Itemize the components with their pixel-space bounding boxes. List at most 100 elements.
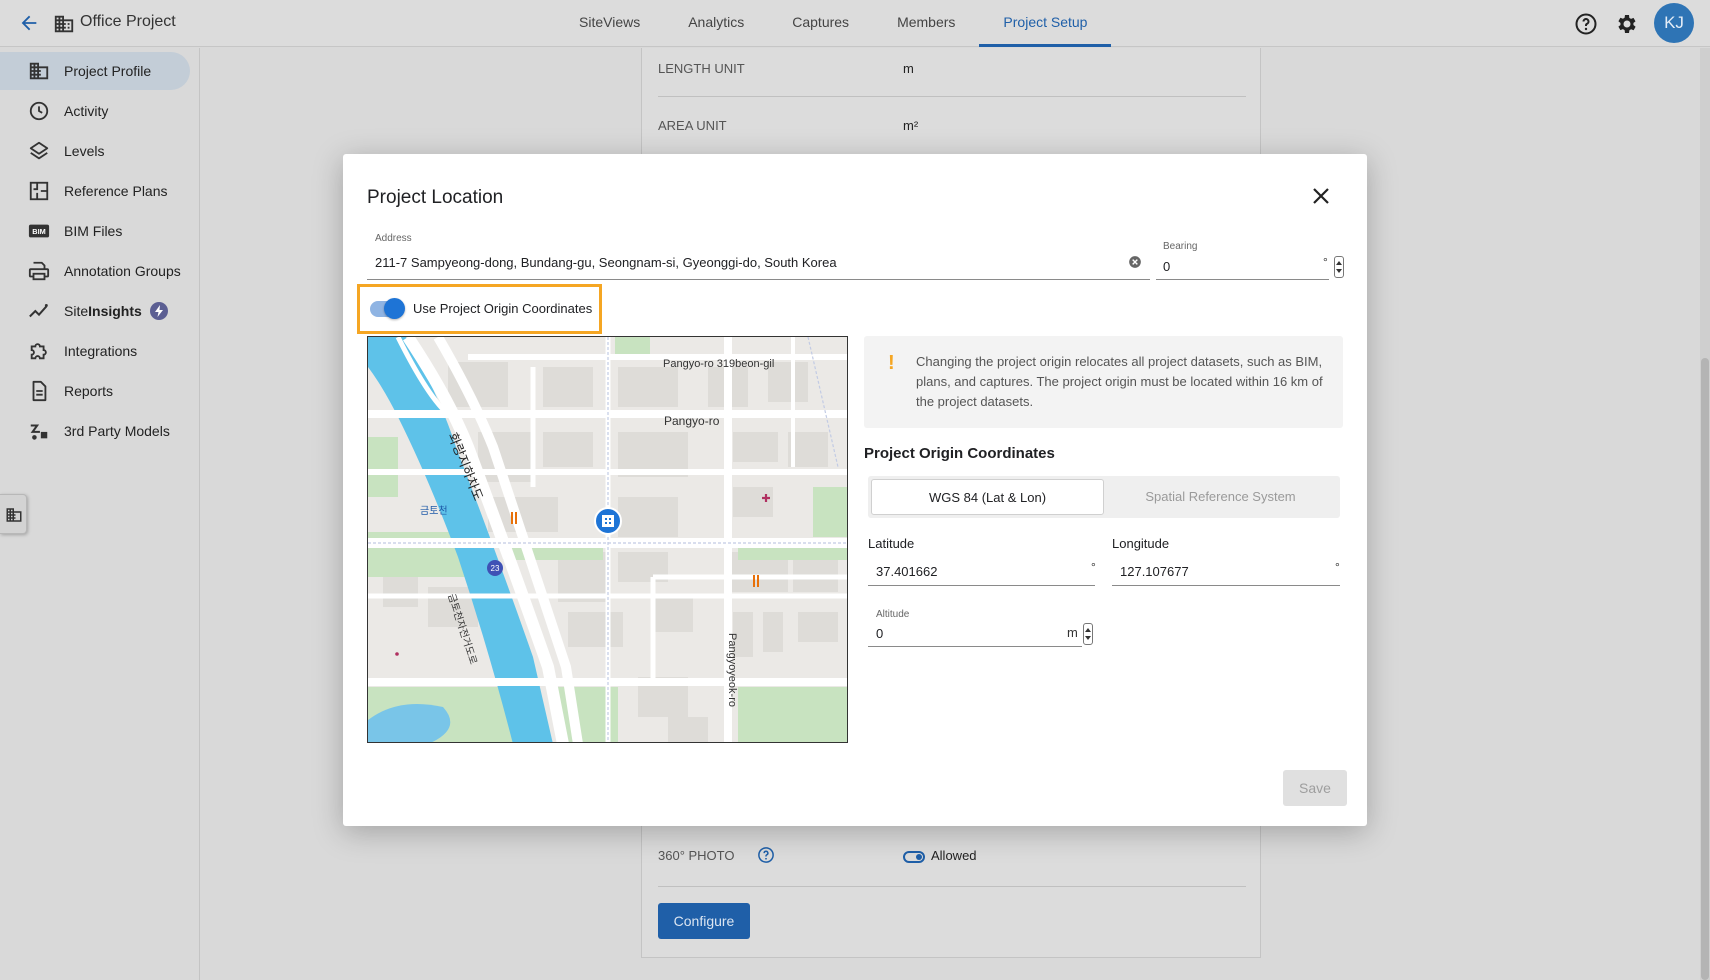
sidebar-item-label: Reference Plans xyxy=(64,183,168,199)
svg-text:BIM: BIM xyxy=(32,227,45,236)
latitude-unit: ° xyxy=(1091,560,1096,574)
use-origin-toggle[interactable] xyxy=(370,298,405,319)
building-icon xyxy=(54,15,74,33)
sidebar-item-label: Integrations xyxy=(64,343,138,359)
sidebar-item-label: Project Profile xyxy=(64,63,152,79)
map-label-pangyo-ro: Pangyo-ro xyxy=(664,414,720,428)
sidebar-item-label: Reports xyxy=(64,383,114,399)
layers-icon xyxy=(29,141,49,160)
printer-icon xyxy=(28,261,50,281)
top-bar: Office Project SiteViews Analytics Captu… xyxy=(0,0,1710,47)
project-name: Office Project xyxy=(80,13,176,30)
address-input[interactable]: 211-7 Sampyeong-dong, Bundang-gu, Seongn… xyxy=(375,255,837,270)
photo-label: 360° PHOTO xyxy=(658,848,735,863)
close-icon[interactable] xyxy=(1309,184,1333,208)
origin-section-title: Project Origin Coordinates xyxy=(864,445,1055,462)
sidebar-item-reports[interactable]: Reports xyxy=(0,372,190,410)
coordinate-system-selector: WGS 84 (Lat & Lon) Spatial Reference Sys… xyxy=(868,476,1340,518)
building-icon xyxy=(29,62,49,80)
location-map[interactable]: 23 Pangyo-ro 319beon-gil Pangyo-ro Pangy… xyxy=(367,336,848,743)
longitude-label: Longitude xyxy=(1112,536,1170,551)
bearing-stepper[interactable] xyxy=(1334,256,1344,278)
latitude-input[interactable]: 37.401662 xyxy=(876,564,937,579)
sidebar-item-siteinsights[interactable]: SiteInsights xyxy=(0,292,190,330)
origin-toggle-highlight: Use Project Origin Coordinates xyxy=(357,284,602,334)
altitude-input[interactable]: 0 xyxy=(876,626,883,641)
photo-value-label: Allowed xyxy=(931,848,977,863)
bearing-input[interactable]: 0 xyxy=(1163,259,1170,274)
map-canvas: 23 Pangyo-ro 319beon-gil Pangyo-ro Pangy… xyxy=(368,337,847,742)
trend-icon xyxy=(29,304,48,318)
puzzle-icon xyxy=(30,343,47,360)
toggle-knob xyxy=(384,298,405,319)
address-label: Address xyxy=(375,233,412,244)
latitude-underline xyxy=(868,585,1095,586)
map-label-pangyoyeok-ro: Pangyoyeok-ro xyxy=(726,633,738,707)
photo-row: 360° PHOTO Allowed xyxy=(658,846,1246,864)
longitude-input[interactable]: 127.107677 xyxy=(1120,564,1189,579)
sidebar-item-label: Activity xyxy=(64,103,109,119)
longitude-underline xyxy=(1112,585,1340,586)
photo-toggle[interactable] xyxy=(903,850,925,863)
avatar[interactable]: KJ xyxy=(1654,3,1694,43)
tab-members[interactable]: Members xyxy=(873,0,979,47)
altitude-stepper[interactable] xyxy=(1083,623,1093,645)
sidebar-item-annotation-groups[interactable]: Annotation Groups xyxy=(0,252,190,290)
models-icon xyxy=(30,424,48,440)
clear-icon[interactable] xyxy=(1128,255,1142,269)
sidebar-item-project-profile[interactable]: Project Profile xyxy=(0,52,190,90)
help-icon[interactable] xyxy=(757,846,775,864)
segment-srs[interactable]: Spatial Reference System xyxy=(1104,479,1337,515)
help-icon[interactable] xyxy=(1574,12,1598,36)
tab-siteviews[interactable]: SiteViews xyxy=(555,0,664,47)
divider xyxy=(658,96,1246,97)
length-unit-value: m xyxy=(903,61,914,76)
photo-value: Allowed xyxy=(903,848,977,863)
sidebar-item-3rd-party-models[interactable]: 3rd Party Models xyxy=(0,412,190,450)
area-unit-row: AREA UNIT m² xyxy=(658,118,1246,133)
clock-icon xyxy=(29,101,49,121)
bearing-label: Bearing xyxy=(1163,241,1198,252)
bearing-unit: ° xyxy=(1323,255,1328,269)
notice-text: Changing the project origin relocates al… xyxy=(916,354,1323,409)
bim-icon: BIM xyxy=(28,224,50,238)
sidebar-item-label: Levels xyxy=(64,143,105,159)
address-underline xyxy=(367,279,1150,280)
map-label-stream: 금토천 xyxy=(420,505,448,517)
altitude-unit: m xyxy=(1067,625,1078,640)
length-unit-row: LENGTH UNIT m xyxy=(658,61,1246,76)
origin-warning-notice: ! Changing the project origin relocates … xyxy=(864,336,1343,428)
tab-captures[interactable]: Captures xyxy=(768,0,873,47)
sidebar-item-label: Annotation Groups xyxy=(64,263,181,279)
sidebar-item-label: 3rd Party Models xyxy=(64,423,170,439)
sidebar-item-bim-files[interactable]: BIM BIM Files xyxy=(0,212,190,250)
dialog-title: Project Location xyxy=(367,187,504,208)
segment-wgs84[interactable]: WGS 84 (Lat & Lon) xyxy=(871,479,1104,515)
sidebar-collapse-button[interactable] xyxy=(0,494,27,534)
page-scrollbar[interactable] xyxy=(1700,48,1710,980)
area-unit-value: m² xyxy=(903,118,919,133)
route-23-label: 23 xyxy=(491,564,500,573)
main-tabs: SiteViews Analytics Captures Members Pro… xyxy=(555,0,1112,47)
gear-icon[interactable] xyxy=(1614,12,1638,36)
sidebar-item-label: BIM Files xyxy=(64,223,123,239)
project-location-dialog: Project Location Address 211-7 Sampyeong… xyxy=(343,154,1367,826)
sidebar-item-activity[interactable]: Activity xyxy=(0,92,190,130)
sidebar-item-levels[interactable]: Levels xyxy=(0,132,190,170)
tab-project-setup[interactable]: Project Setup xyxy=(979,0,1112,47)
tab-analytics[interactable]: Analytics xyxy=(664,0,768,47)
document-icon xyxy=(32,380,47,402)
length-unit-label: LENGTH UNIT xyxy=(658,61,745,76)
sidebar-item-reference-plans[interactable]: Reference Plans xyxy=(0,172,190,210)
back-arrow-icon[interactable] xyxy=(18,12,40,34)
bearing-underline xyxy=(1156,279,1329,280)
area-unit-label: AREA UNIT xyxy=(658,118,727,133)
scrollbar-thumb[interactable] xyxy=(1701,358,1709,980)
sidebar-item-integrations[interactable]: Integrations xyxy=(0,332,190,370)
bolt-icon xyxy=(149,302,168,320)
altitude-label: Altitude xyxy=(876,609,910,620)
building-icon xyxy=(6,508,22,522)
save-button[interactable]: Save xyxy=(1283,770,1347,806)
configure-button[interactable]: Configure xyxy=(658,903,750,939)
warning-icon: ! xyxy=(888,352,895,374)
